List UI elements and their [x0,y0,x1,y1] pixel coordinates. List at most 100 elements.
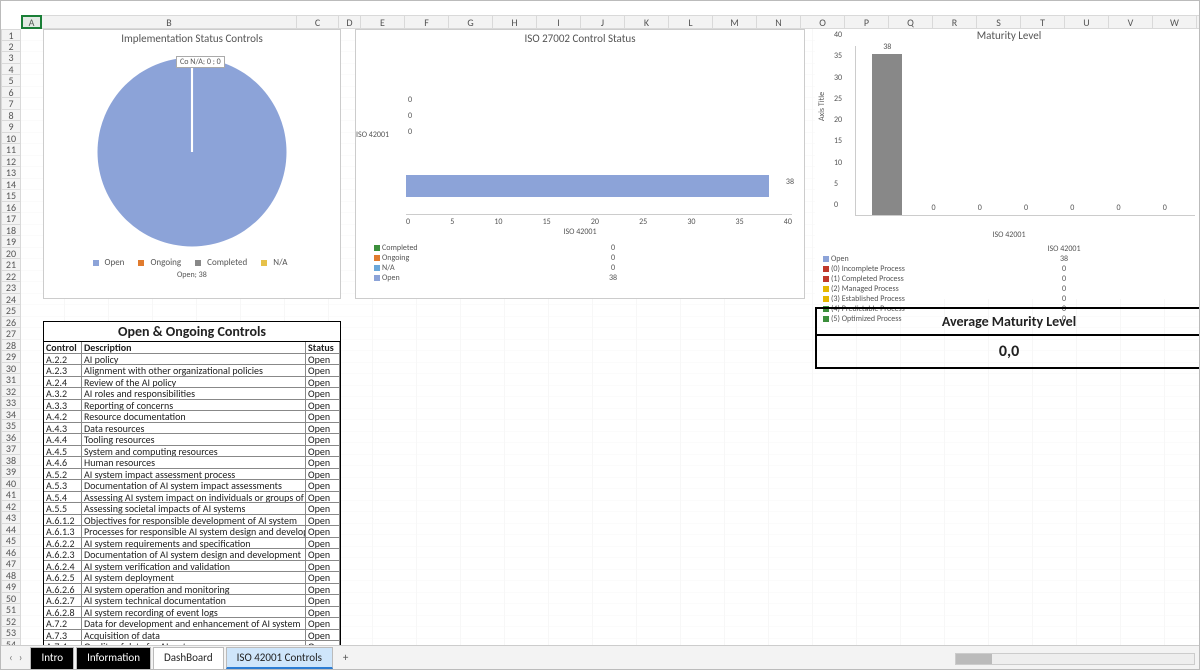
table-row[interactable]: A.7.3Acquisition of dataOpen [44,630,340,642]
average-title: Average Maturity Level [817,309,1200,336]
row-header-41[interactable]: 41 [1,489,21,501]
scrollbar-thumb[interactable] [956,654,992,664]
col-header-E[interactable]: E [361,15,405,29]
row-header-15[interactable]: 15 [1,190,21,202]
table-row[interactable]: A.6.2.7AI system technical documentation… [44,595,340,607]
chart-maturity-level[interactable]: Maturity Level Axis Title 05101520253035… [815,29,1200,299]
row-header-53[interactable]: 53 [1,627,21,639]
row-header-5[interactable]: 5 [1,75,21,87]
row-header-39[interactable]: 39 [1,466,21,478]
row-header-49[interactable]: 49 [1,581,21,593]
sheet-tab-intro[interactable]: Intro [30,647,74,669]
row-header-25[interactable]: 25 [1,305,21,317]
table-row[interactable]: A.6.2.2AI system requirements and specif… [44,538,340,550]
row-header-43[interactable]: 43 [1,512,21,524]
sheet-tab-iso-42001-controls[interactable]: ISO 42001 Controls [226,647,333,669]
table-header-row: Control Description Status [44,342,340,354]
row-header-19[interactable]: 19 [1,236,21,248]
row-header-7[interactable]: 7 [1,98,21,110]
table-row[interactable]: A.3.2AI roles and responsibilitiesOpen [44,388,340,400]
col-header-H[interactable]: H [493,15,537,29]
table-row[interactable]: A.5.4Assessing AI system impact on indiv… [44,492,340,504]
col-header-T[interactable]: T [1021,15,1065,29]
row-header-3[interactable]: 3 [1,52,21,64]
table-row[interactable]: A.5.2AI system impact assessment process… [44,469,340,481]
row-header-51[interactable]: 51 [1,604,21,616]
chart-iso-control-status[interactable]: ISO 27002 Control Status ISO 42001 0 0 0… [355,29,805,299]
table-row[interactable]: A.4.3Data resourcesOpen [44,423,340,435]
row-header-37[interactable]: 37 [1,443,21,455]
table-row[interactable]: A.4.5System and computing resourcesOpen [44,446,340,458]
table-row[interactable]: A.2.4Review of the AI policyOpen [44,377,340,389]
tab-next-icon[interactable]: › [19,651,23,664]
col-header-A[interactable]: A [21,15,42,29]
col-header-W[interactable]: W [1153,15,1197,29]
row-header-13[interactable]: 13 [1,167,21,179]
table-row[interactable]: A.6.2.8AI system recording of event logs… [44,607,340,619]
row-header-27[interactable]: 27 [1,328,21,340]
table-row[interactable]: A.2.2AI policyOpen [44,354,340,366]
add-sheet-button[interactable]: + [335,651,356,664]
row-header-45[interactable]: 45 [1,535,21,547]
row-header-35[interactable]: 35 [1,420,21,432]
col-header-I[interactable]: I [537,15,581,29]
column-headers[interactable]: ABCDEFGHIJKLMNOPQRSTUVWXYZAA [21,15,1200,29]
table-row[interactable]: A.6.2.3Documentation of AI system design… [44,549,340,561]
chart-title: Maturity Level [815,29,1200,42]
col-header-S[interactable]: S [977,15,1021,29]
col-header-O[interactable]: O [801,15,845,29]
row-header-17[interactable]: 17 [1,213,21,225]
table-row[interactable]: A.4.4Tooling resourcesOpen [44,434,340,446]
row-header-29[interactable]: 29 [1,351,21,363]
sheet-tab-dashboard[interactable]: DashBoard [153,647,224,669]
row-header-21[interactable]: 21 [1,259,21,271]
table-row[interactable]: A.6.1.2Objectives for responsible develo… [44,515,340,527]
tab-prev-icon[interactable]: ‹ [9,651,13,664]
table-row[interactable]: A.3.3Reporting of concernsOpen [44,400,340,412]
row-header-47[interactable]: 47 [1,558,21,570]
col-header-U[interactable]: U [1065,15,1109,29]
row-header-1[interactable]: 1 [1,29,21,41]
col-header-M[interactable]: M [713,15,757,29]
sheet-tab-information[interactable]: Information [76,647,151,669]
row-header-31[interactable]: 31 [1,374,21,386]
col-header-L[interactable]: L [669,15,713,29]
y-axis-title: Axis Title [817,91,827,120]
col-header-N[interactable]: N [757,15,801,29]
maturity-bar-label: 0 [1150,203,1180,213]
col-header-R[interactable]: R [933,15,977,29]
table-row[interactable]: A.7.2Data for development and enhancemen… [44,618,340,630]
table-row[interactable]: A.6.2.6AI system operation and monitorin… [44,584,340,596]
maturity-bar-label: 0 [919,203,949,213]
col-header-B[interactable]: B [42,15,297,29]
table-row[interactable]: A.6.1.3Processes for responsible AI syst… [44,526,340,538]
table-row[interactable]: A.6.2.4AI system verification and valida… [44,561,340,573]
table-row[interactable]: A.5.5Assessing societal impacts of AI sy… [44,503,340,515]
row-header-9[interactable]: 9 [1,121,21,133]
row-header-33[interactable]: 33 [1,397,21,409]
table-row[interactable]: A.4.2Resource documentationOpen [44,411,340,423]
maturity-bar-label: 0 [965,203,995,213]
table-row[interactable]: A.2.3Alignment with other organizational… [44,365,340,377]
pie-callout-top: Co N/A; 0 ; 0 [176,56,225,68]
col-header-P[interactable]: P [845,15,889,29]
col-header-V[interactable]: V [1109,15,1153,29]
row-header-11[interactable]: 11 [1,144,21,156]
table-row[interactable]: A.6.2.5AI system deploymentOpen [44,572,340,584]
col-header-C[interactable]: C [297,15,339,29]
col-header-K[interactable]: K [625,15,669,29]
chart-implementation-status[interactable]: Implementation Status Controls Co N/A; 0… [43,29,341,299]
col-header-J[interactable]: J [581,15,625,29]
row-header-23[interactable]: 23 [1,282,21,294]
col-header-Q[interactable]: Q [889,15,933,29]
open-ongoing-controls-table: Open & Ongoing Controls Control Descript… [43,321,341,665]
col-header-G[interactable]: G [449,15,493,29]
table-row[interactable]: A.5.3Documentation of AI system impact a… [44,480,340,492]
table-row[interactable]: A.4.6Human resourcesOpen [44,457,340,469]
horizontal-scrollbar[interactable] [955,653,1195,665]
bar-category-label: ISO 42001 [356,130,389,140]
bar-value-label: 0 [408,111,412,121]
row-headers[interactable]: 1234567891011121314151617181920212223242… [1,29,21,650]
col-header-D[interactable]: D [339,15,361,29]
col-header-F[interactable]: F [405,15,449,29]
